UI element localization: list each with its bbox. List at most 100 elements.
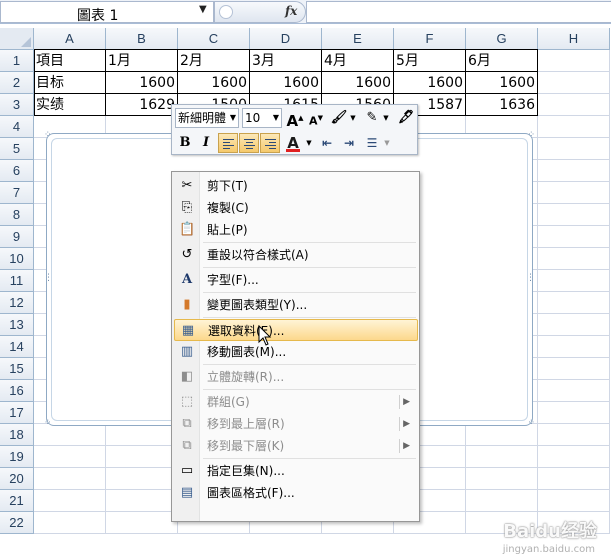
cell[interactable] [538, 248, 610, 270]
row-header[interactable]: 3 [0, 94, 34, 116]
cell[interactable] [538, 490, 610, 512]
column-header[interactable]: B [106, 28, 178, 50]
resize-handle-icon[interactable]: ⋮ [44, 274, 53, 283]
cell[interactable] [538, 314, 610, 336]
cell[interactable] [106, 446, 178, 468]
name-box[interactable]: 圖表 1 ▼ [0, 1, 214, 24]
chevron-down-icon[interactable]: ▼ [348, 108, 358, 128]
cell[interactable] [538, 358, 610, 380]
menu-item[interactable]: ▮ 變更圖表類型(Y)... [174, 294, 418, 316]
resize-handle-icon[interactable]: ⁘ [527, 131, 535, 140]
row-header[interactable]: 13 [0, 314, 34, 336]
menu-item[interactable]: ⎘ 複製(C) [174, 197, 418, 219]
cell[interactable] [34, 468, 106, 490]
fill-color-button[interactable]: 🖌 [329, 108, 349, 128]
cell[interactable] [538, 270, 610, 292]
cell[interactable] [106, 512, 178, 534]
resize-handle-icon[interactable]: ⋮ [526, 274, 535, 283]
font-name-select[interactable]: 新細明體 ▼ [175, 108, 239, 128]
table-data-cell[interactable]: 目标 [34, 72, 106, 94]
resize-handle-icon[interactable]: ⁘ [44, 419, 52, 428]
cell[interactable] [538, 336, 610, 358]
table-data-cell[interactable]: 1600 [178, 72, 250, 94]
formula-input[interactable] [306, 1, 611, 23]
resize-handle-icon[interactable]: ⁘ [527, 419, 535, 428]
table-header-cell[interactable]: 5月 [394, 50, 466, 72]
resize-handle-icon[interactable]: ⁘ [44, 131, 52, 140]
menu-item[interactable]: ▥ 移動圖表(M)... [174, 341, 418, 363]
cell[interactable] [538, 292, 610, 314]
row-header[interactable]: 5 [0, 138, 34, 160]
row-header[interactable]: 4 [0, 116, 34, 138]
row-header[interactable]: 12 [0, 292, 34, 314]
row-header[interactable]: 8 [0, 204, 34, 226]
cell[interactable] [538, 182, 610, 204]
cell[interactable] [34, 446, 106, 468]
table-data-cell[interactable]: 1636 [466, 94, 538, 116]
cell[interactable] [538, 468, 610, 490]
format-painter-button[interactable]: 🖋 [396, 108, 416, 128]
menu-item[interactable]: ↺ 重設以符合樣式(A) [174, 244, 418, 266]
cell[interactable] [34, 512, 106, 534]
row-header[interactable]: 18 [0, 424, 34, 446]
cell[interactable] [106, 490, 178, 512]
cell[interactable] [538, 116, 610, 138]
column-header[interactable]: C [178, 28, 250, 50]
table-header-cell[interactable]: 項目 [34, 50, 106, 72]
cell[interactable] [538, 424, 610, 446]
font-color-button[interactable]: A [283, 133, 303, 153]
column-header[interactable]: F [394, 28, 466, 50]
row-header[interactable]: 22 [0, 512, 34, 534]
table-header-cell[interactable]: 1月 [106, 50, 178, 72]
row-header[interactable]: 7 [0, 182, 34, 204]
insert-function-icon[interactable]: fx [285, 4, 297, 18]
menu-item[interactable]: 📋 貼上(P) [174, 219, 418, 241]
splitter-handle-icon[interactable] [219, 5, 233, 19]
row-header[interactable]: 20 [0, 468, 34, 490]
bold-button[interactable]: B [175, 133, 195, 153]
cell[interactable] [538, 72, 610, 94]
row-header[interactable]: 1 [0, 50, 34, 72]
chevron-down-icon[interactable]: ▼ [304, 133, 314, 153]
row-header[interactable]: 11 [0, 270, 34, 292]
cell[interactable] [466, 468, 538, 490]
menu-item[interactable]: ▭ 指定巨集(N)... [174, 460, 418, 482]
row-header[interactable]: 6 [0, 160, 34, 182]
chevron-down-icon[interactable]: ▼ [382, 133, 392, 153]
font-size-select[interactable]: 10 ▼ [242, 108, 282, 128]
row-header[interactable]: 17 [0, 402, 34, 424]
grow-font-button[interactable]: A▲ [285, 108, 305, 130]
line-color-button[interactable]: ✎ [362, 108, 382, 128]
increase-indent-button[interactable]: ⇥ [339, 133, 359, 153]
row-header[interactable]: 16 [0, 380, 34, 402]
cell[interactable] [106, 424, 178, 446]
align-center-button[interactable] [239, 133, 259, 153]
align-left-button[interactable] [218, 133, 238, 153]
table-data-cell[interactable]: 1600 [250, 72, 322, 94]
column-header[interactable]: A [34, 28, 106, 50]
column-header[interactable]: H [538, 28, 610, 50]
cell[interactable] [466, 446, 538, 468]
cell[interactable] [538, 138, 610, 160]
table-header-cell[interactable]: 2月 [178, 50, 250, 72]
shrink-font-button[interactable]: A▼ [306, 108, 326, 128]
row-header[interactable]: 9 [0, 226, 34, 248]
column-header[interactable]: D [250, 28, 322, 50]
cell[interactable] [538, 226, 610, 248]
decrease-indent-button[interactable]: ⇤ [317, 133, 337, 153]
chevron-down-icon[interactable]: ▼ [381, 108, 391, 128]
menu-item[interactable]: ✂ 剪下(T) [174, 175, 418, 197]
table-data-cell[interactable]: 1600 [466, 72, 538, 94]
menu-item[interactable]: A 字型(F)... [174, 269, 418, 291]
column-header[interactable]: G [466, 28, 538, 50]
row-header[interactable]: 14 [0, 336, 34, 358]
cell[interactable] [538, 204, 610, 226]
cell[interactable] [538, 160, 610, 182]
cell[interactable] [34, 490, 106, 512]
table-data-cell[interactable]: 实绩 [34, 94, 106, 116]
cell[interactable] [466, 490, 538, 512]
table-data-cell[interactable]: 1600 [322, 72, 394, 94]
table-header-cell[interactable]: 6月 [466, 50, 538, 72]
cell[interactable] [538, 50, 610, 72]
table-data-cell[interactable]: 1629 [106, 94, 178, 116]
